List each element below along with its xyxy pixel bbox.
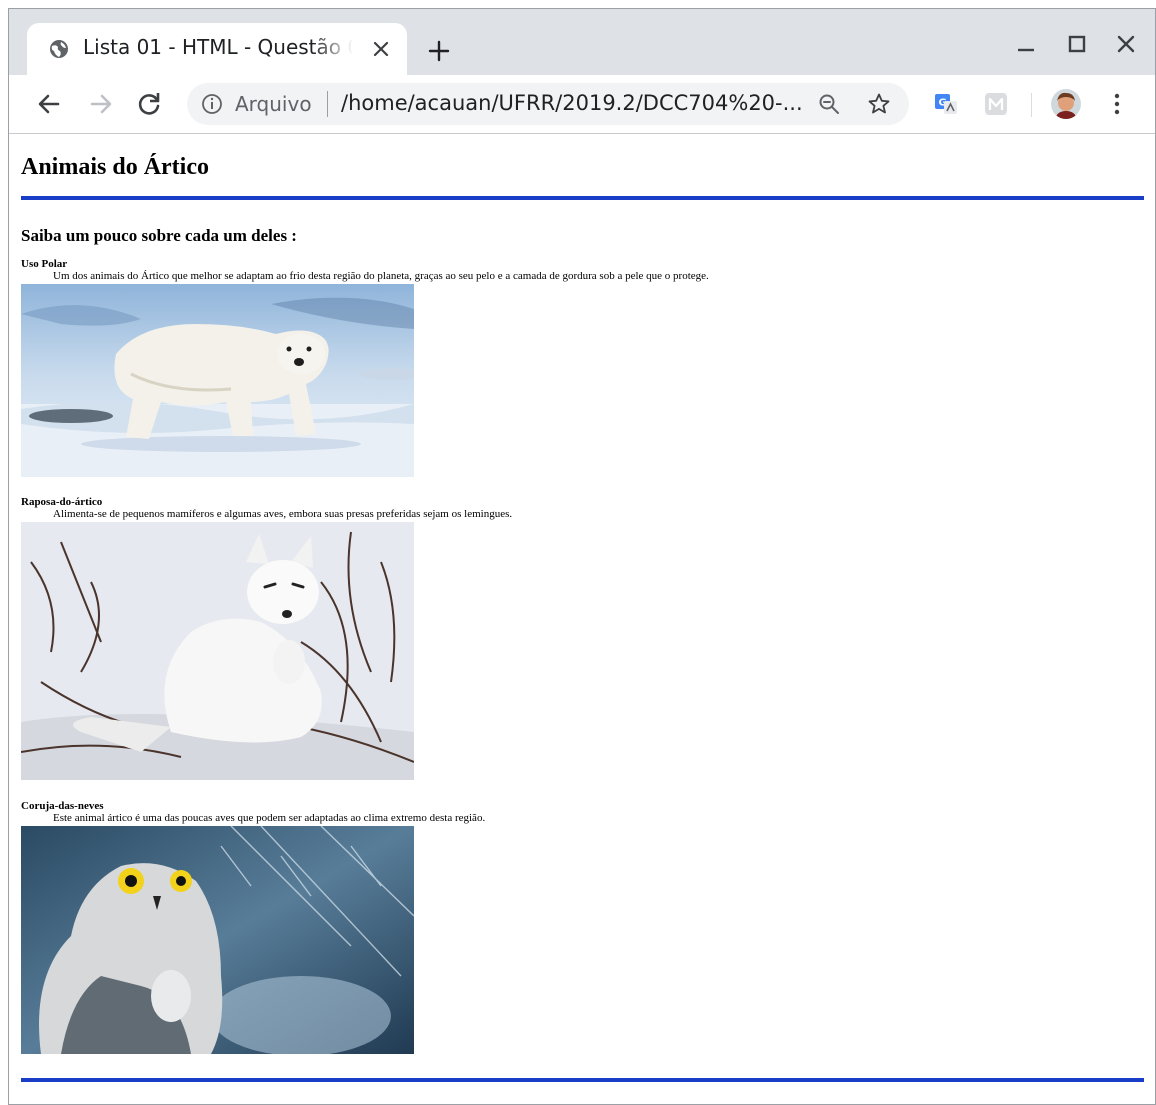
reload-icon[interactable] bbox=[133, 88, 165, 120]
zoom-icon[interactable] bbox=[817, 92, 841, 116]
animal-description: Este animal ártico é uma das poucas aves… bbox=[53, 812, 486, 824]
bottom-divider bbox=[21, 1078, 1144, 1082]
maximize-icon[interactable] bbox=[1064, 31, 1090, 57]
globe-icon bbox=[50, 40, 68, 58]
scheme-label: Arquivo bbox=[235, 92, 312, 116]
browser-window: Lista 01 - HTML - Questão 03 Arquivo /ho… bbox=[8, 8, 1156, 1105]
toolbar-divider bbox=[1031, 93, 1032, 117]
animal-name: Raposa-do-ártico bbox=[21, 496, 103, 508]
tab-active[interactable]: Lista 01 - HTML - Questão 03 bbox=[27, 23, 407, 75]
extension-m-icon[interactable] bbox=[983, 91, 1009, 117]
page-content: Animais do Ártico Saiba um pouco sobre c… bbox=[9, 134, 1155, 1104]
top-divider bbox=[21, 196, 1144, 200]
minimize-icon[interactable] bbox=[1013, 31, 1039, 57]
tab-strip: Lista 01 - HTML - Questão 03 bbox=[9, 9, 1155, 75]
window-close-icon[interactable] bbox=[1113, 31, 1139, 57]
avatar[interactable] bbox=[1051, 89, 1081, 119]
arrow-left-icon[interactable] bbox=[33, 88, 65, 120]
scheme-separator bbox=[327, 91, 328, 117]
polar-bear-photo bbox=[21, 284, 414, 477]
page-title: Animais do Ártico bbox=[21, 154, 209, 180]
address-bar[interactable]: Arquivo /home/acauan/UFRR/2019.2/DCC704%… bbox=[187, 83, 909, 125]
translate-icon[interactable]: G bbox=[933, 91, 959, 117]
new-tab-icon[interactable] bbox=[425, 37, 453, 65]
snowy-owl-photo bbox=[21, 826, 414, 1054]
animal-description: Alimenta-se de pequenos mamíferos e algu… bbox=[53, 508, 513, 520]
page-subtitle: Saiba um pouco sobre cada um deles : bbox=[21, 226, 297, 245]
toolbar: Arquivo /home/acauan/UFRR/2019.2/DCC704%… bbox=[9, 75, 1155, 134]
close-icon[interactable] bbox=[369, 37, 393, 61]
animal-name: Uso Polar bbox=[21, 258, 68, 270]
star-icon[interactable] bbox=[867, 92, 891, 116]
more-options-icon[interactable] bbox=[1105, 91, 1129, 117]
tab-title: Lista 01 - HTML - Questão 03 bbox=[83, 35, 353, 59]
animal-description: Um dos animais do Ártico que melhor se a… bbox=[53, 270, 709, 282]
animal-name: Coruja-das-neves bbox=[21, 800, 104, 812]
url-text[interactable]: /home/acauan/UFRR/2019.2/DCC704%20-... bbox=[341, 91, 803, 115]
arrow-right-icon[interactable] bbox=[85, 88, 117, 120]
info-icon[interactable] bbox=[201, 93, 223, 115]
arctic-fox-photo bbox=[21, 522, 414, 780]
